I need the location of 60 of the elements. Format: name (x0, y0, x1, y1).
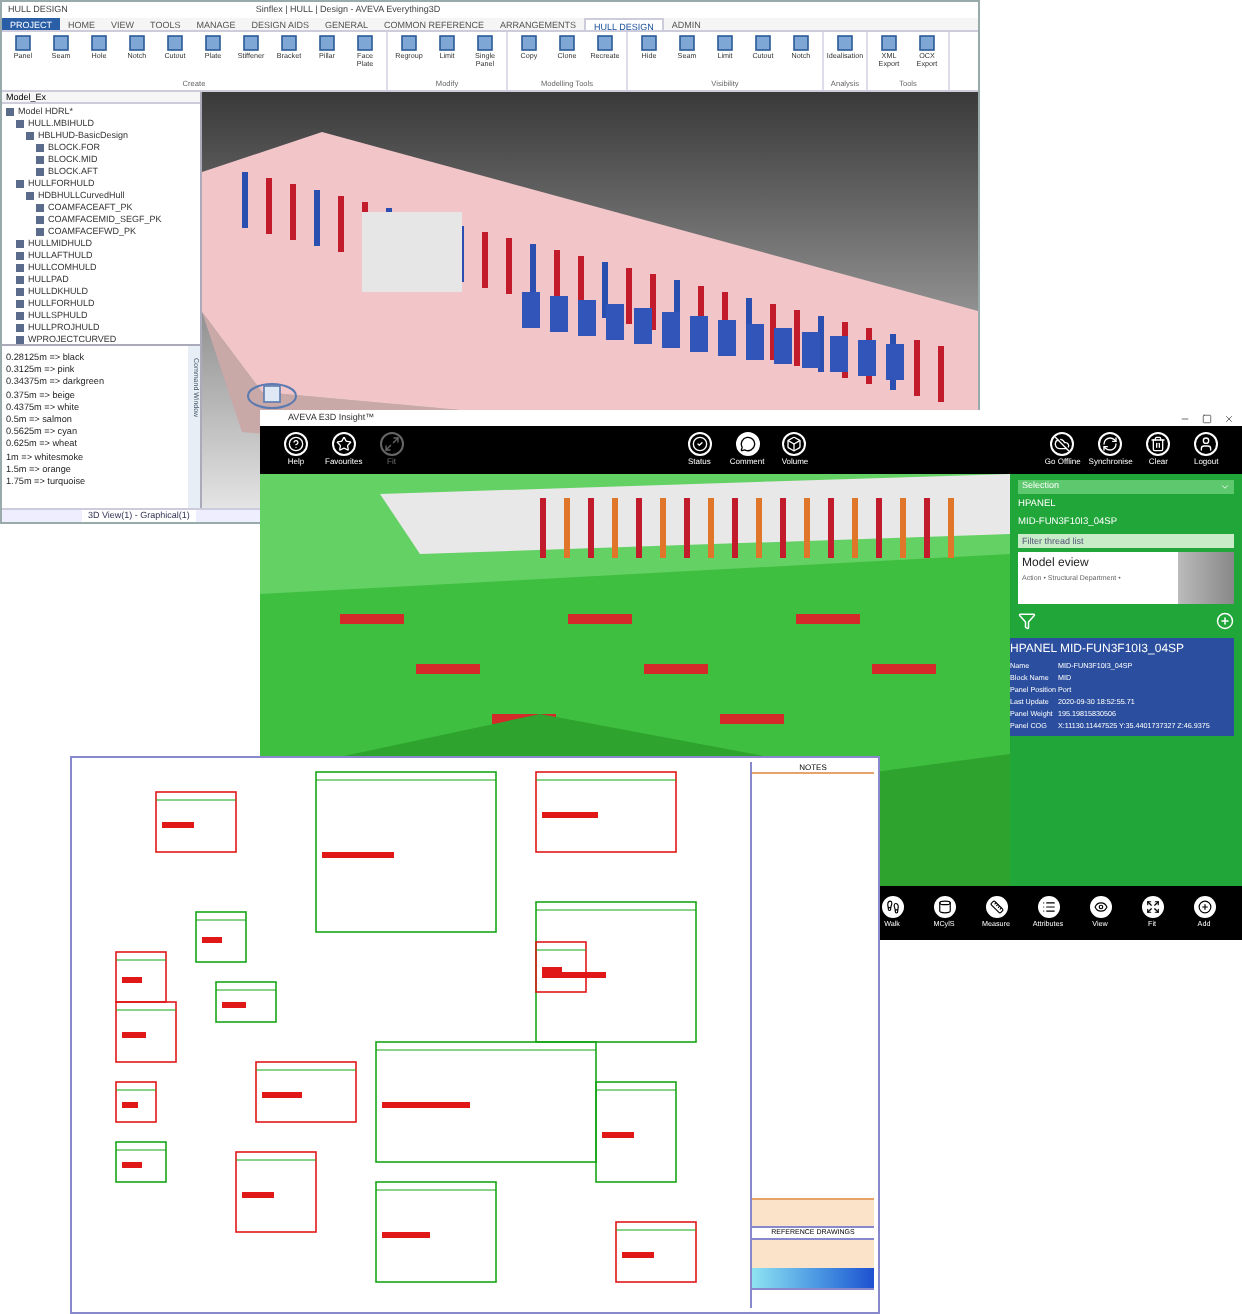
tree-node-icon (6, 108, 14, 116)
tool-icon (754, 34, 772, 52)
tool-icon (596, 34, 614, 52)
filter-icon[interactable] (1018, 612, 1036, 631)
tree-node-icon (16, 300, 24, 308)
tree-node-icon (26, 192, 34, 200)
tool-icon (204, 34, 222, 52)
chevron-down-icon (1220, 482, 1230, 492)
tree-node-icon (26, 132, 34, 140)
tree-node-icon (16, 180, 24, 188)
model-thumbnail (1178, 552, 1234, 605)
tool-icon (438, 34, 456, 52)
tool-icon (242, 34, 260, 52)
tree-node-icon (36, 156, 44, 164)
expand-icon (1145, 900, 1159, 914)
list-icon (1041, 900, 1055, 914)
tree-node-icon (16, 324, 24, 332)
tool-icon (520, 34, 538, 52)
cylinder-icon (937, 900, 951, 914)
minimize-icon[interactable] (1180, 413, 1190, 423)
tool-icon (792, 34, 810, 52)
tree-node-icon (36, 204, 44, 212)
tool-icon (14, 34, 32, 52)
tool-icon (166, 34, 184, 52)
tool-icon (640, 34, 658, 52)
tree-node-icon (16, 252, 24, 260)
tool-icon (678, 34, 696, 52)
tree-node-icon (16, 240, 24, 248)
walking-person-icon (885, 900, 899, 914)
add-icon[interactable] (1216, 612, 1234, 631)
tree-node-icon (36, 144, 44, 152)
tool-icon (836, 34, 854, 52)
tree-node-icon (16, 276, 24, 284)
tree-node-icon (16, 288, 24, 296)
tool-icon (318, 34, 336, 52)
tool-icon (476, 34, 494, 52)
tool-icon (716, 34, 734, 52)
add-icon (1197, 900, 1211, 914)
eye-icon (1093, 900, 1107, 914)
tool-icon (128, 34, 146, 52)
tree-node-icon (36, 216, 44, 224)
tool-icon (918, 34, 936, 52)
tool-icon (90, 34, 108, 52)
tool-icon (400, 34, 418, 52)
tool-icon (356, 34, 374, 52)
tree-node-icon (16, 312, 24, 320)
company-logo (752, 1268, 874, 1288)
tree-node-icon (16, 336, 24, 344)
tree-node-icon (36, 168, 44, 176)
revision-table (752, 1240, 874, 1268)
tool-icon (280, 34, 298, 52)
tree-node-icon (16, 264, 24, 272)
tree-node-icon (16, 120, 24, 128)
reference-drawings-table (752, 1198, 874, 1226)
tree-node-icon (36, 228, 44, 236)
tool-icon (52, 34, 70, 52)
tool-icon (558, 34, 576, 52)
maximize-icon[interactable] (1202, 413, 1212, 423)
ruler-icon (989, 900, 1003, 914)
tool-icon (880, 34, 898, 52)
